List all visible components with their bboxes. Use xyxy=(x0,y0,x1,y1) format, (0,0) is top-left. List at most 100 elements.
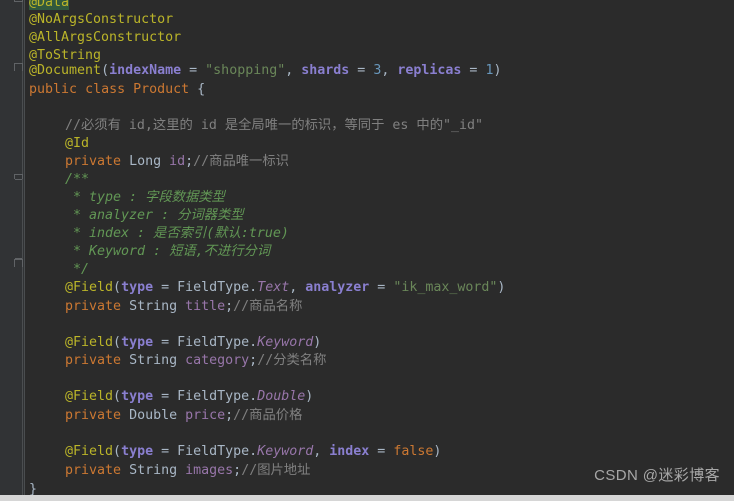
fold-marker-javadoc-end-icon[interactable] xyxy=(14,258,23,267)
paren-open-images: ( xyxy=(113,444,122,459)
comment-price-field: //商品价格 xyxy=(233,408,303,423)
annotation-tostring-token: @ToString xyxy=(29,48,102,63)
paren-close: ) xyxy=(493,63,502,78)
code-line-document-annotation[interactable]: @Document(indexName = "shopping", shards… xyxy=(29,62,501,80)
code-line-field-images[interactable]: private String images;//图片地址 xyxy=(65,462,310,480)
code-line-javadoc-keyword[interactable]: * Keyword : 短语,不进行分词 xyxy=(65,243,270,261)
javadoc-type-token: * type : 字段数据类型 xyxy=(65,190,225,205)
code-line-class-declaration[interactable]: public class Product { xyxy=(29,81,205,99)
keyword-private-title: private xyxy=(65,299,122,314)
code-line-comment-id-note[interactable]: //必须有 id,这里的 id 是全局唯一的标识，等同于 es 中的"_id" xyxy=(65,117,483,135)
semicolon-price: ; xyxy=(225,408,234,423)
type-string-images: String xyxy=(129,463,178,478)
comment-id-note-token: //必须有 id,这里的 id 是全局唯一的标识，等同于 es 中的"_id" xyxy=(65,118,484,133)
paren-open-price: ( xyxy=(113,389,122,404)
code-line-javadoc-index[interactable]: * index : 是否索引(默认:true) xyxy=(65,225,289,243)
javadoc-close-token: */ xyxy=(65,262,90,277)
param-analyzer: analyzer xyxy=(305,280,370,295)
field-name-category: category xyxy=(185,353,250,368)
string-shopping: "shopping" xyxy=(205,63,286,78)
code-line-allargsconstructor[interactable]: @AllArgsConstructor xyxy=(29,29,181,47)
paren-close-price: ) xyxy=(305,389,314,404)
code-line-field-price[interactable]: private Double price;//商品价格 xyxy=(65,407,302,425)
type-long: Long xyxy=(129,154,162,169)
comment-id-field: //商品唯一标识 xyxy=(193,154,289,169)
code-line-field-annotation-images[interactable]: @Field(type = FieldType.Keyword, index =… xyxy=(65,443,441,461)
keyword-private-category: private xyxy=(65,353,122,368)
annotation-document-token: @Document xyxy=(29,63,102,78)
equals-index: = xyxy=(369,444,394,459)
code-line-javadoc-open[interactable]: /** xyxy=(65,171,89,189)
keyword-private-id: private xyxy=(65,154,122,169)
code-line-javadoc-close[interactable]: */ xyxy=(65,261,89,279)
equals-3: = xyxy=(461,63,486,78)
annotation-allargsconstructor-token: @AllArgsConstructor xyxy=(29,30,182,45)
comment-category-field: //分类名称 xyxy=(257,353,327,368)
type-string-category: String xyxy=(129,353,178,368)
paren-open: ( xyxy=(101,63,110,78)
field-name-title: title xyxy=(185,299,226,314)
keyword-private-images: private xyxy=(65,463,122,478)
javadoc-analyzer-token: * analyzer : 分词器类型 xyxy=(65,208,244,223)
code-line-noargsconstructor[interactable]: @NoArgsConstructor xyxy=(29,11,173,29)
code-line-field-annotation-title[interactable]: @Field(type = FieldType.Text, analyzer =… xyxy=(65,279,505,297)
fold-marker-collapse-icon[interactable] xyxy=(14,63,23,72)
enum-class-fieldtype-images: FieldType. xyxy=(177,444,258,459)
code-line-javadoc-analyzer[interactable]: * analyzer : 分词器类型 xyxy=(65,207,244,225)
equals-2: = xyxy=(349,63,374,78)
field-name-id: id xyxy=(169,154,186,169)
keyword-false: false xyxy=(393,444,434,459)
code-fold-region-line xyxy=(22,0,23,495)
field-name-price: price xyxy=(185,408,226,423)
paren-open-category: ( xyxy=(113,335,122,350)
annotation-data-token: @Data xyxy=(29,0,70,10)
enum-class-fieldtype-price: FieldType. xyxy=(177,389,258,404)
field-name-images: images xyxy=(185,463,234,478)
type-double-price: Double xyxy=(129,408,178,423)
code-line-field-category[interactable]: private String category;//分类名称 xyxy=(65,352,326,370)
param-indexname: indexName xyxy=(109,63,182,78)
equals-1: = xyxy=(181,63,206,78)
comment-title-field: //商品名称 xyxy=(233,299,303,314)
enum-value-keyword-category: Keyword xyxy=(257,335,314,350)
brace-open: { xyxy=(197,82,206,97)
semicolon-title: ; xyxy=(225,299,234,314)
classname-product: Product xyxy=(133,82,190,97)
comma-1: , xyxy=(285,63,302,78)
code-line-field-annotation-price[interactable]: @Field(type = FieldType.Double) xyxy=(65,388,313,406)
enum-value-double: Double xyxy=(257,389,306,404)
semicolon-id: ; xyxy=(185,154,194,169)
code-content-area[interactable]: @Data @NoArgsConstructor @AllArgsConstru… xyxy=(25,0,734,501)
javadoc-keyword-token: * Keyword : 短语,不进行分词 xyxy=(65,244,271,259)
code-line-field-id[interactable]: private Long id;//商品唯一标识 xyxy=(65,153,289,171)
keyword-public: public xyxy=(29,82,78,97)
equals-analyzer: = xyxy=(369,280,394,295)
fold-marker-expanded-icon[interactable] xyxy=(14,0,23,6)
enum-value-keyword-images: Keyword xyxy=(257,444,314,459)
code-line-field-annotation-category[interactable]: @Field(type = FieldType.Keyword) xyxy=(65,334,321,352)
csdn-watermark: CSDN @迷彩博客 xyxy=(594,467,720,484)
editor-gutter[interactable] xyxy=(0,0,24,501)
paren-open-title: ( xyxy=(113,280,122,295)
param-type-images: type xyxy=(121,444,154,459)
code-line-field-title[interactable]: private String title;//商品名称 xyxy=(65,298,302,316)
keyword-private-price: private xyxy=(65,408,122,423)
param-type-price: type xyxy=(121,389,154,404)
string-ik-max-word: "ik_max_word" xyxy=(393,280,498,295)
param-type-category: type xyxy=(121,335,154,350)
javadoc-index-token: * index : 是否索引(默认:true) xyxy=(65,226,289,241)
code-editor-window: @Data @NoArgsConstructor @AllArgsConstru… xyxy=(0,0,734,501)
paren-close-category: ) xyxy=(313,335,322,350)
keyword-class: class xyxy=(85,82,126,97)
code-line-id-annotation[interactable]: @Id xyxy=(65,135,89,153)
enum-class-fieldtype-title: FieldType. xyxy=(177,280,258,295)
param-index: index xyxy=(329,444,370,459)
equals-type-title: = xyxy=(153,280,178,295)
equals-type-category: = xyxy=(153,335,178,350)
fold-marker-javadoc-icon[interactable] xyxy=(14,174,23,183)
window-bottom-edge xyxy=(0,495,734,501)
semicolon-images: ; xyxy=(233,463,242,478)
code-line-javadoc-type[interactable]: * type : 字段数据类型 xyxy=(65,189,225,207)
paren-close-title: ) xyxy=(497,280,506,295)
param-shards: shards xyxy=(301,63,350,78)
